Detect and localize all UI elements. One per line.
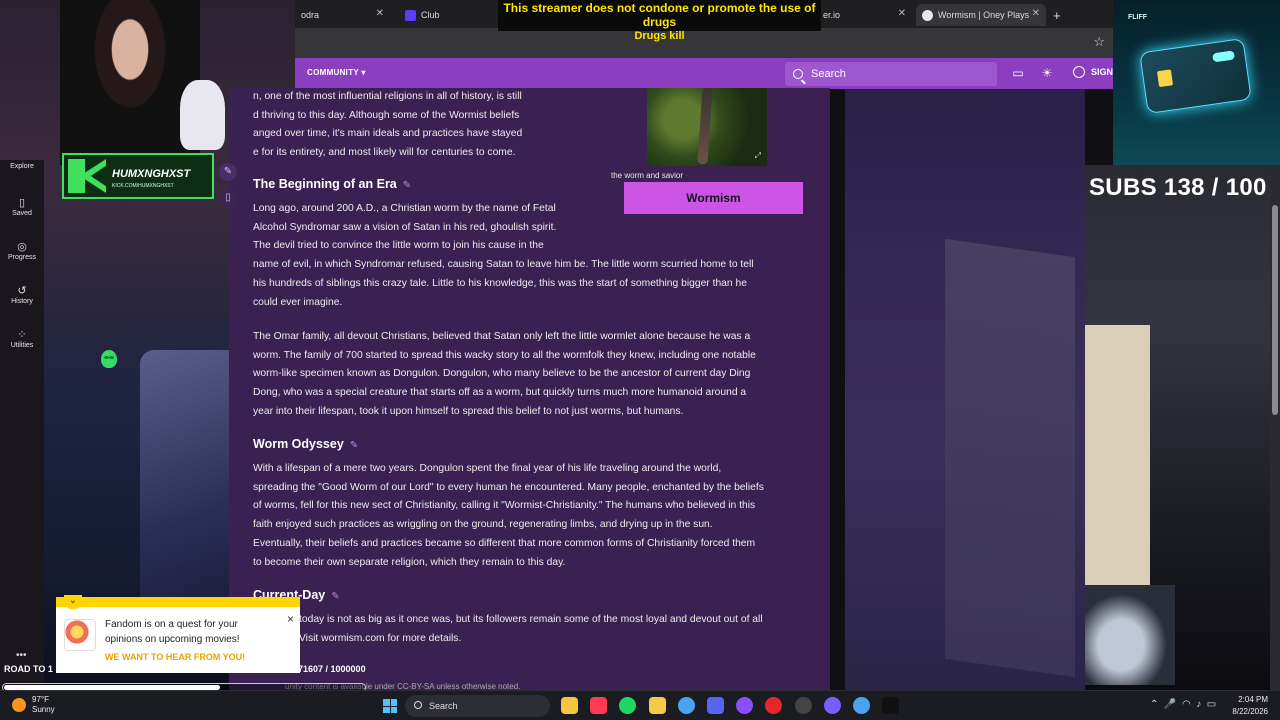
streamer-figure <box>60 0 200 165</box>
infobox-image[interactable]: ⤢ <box>647 88 767 166</box>
background-shape <box>945 238 1075 678</box>
chrome-icon[interactable] <box>677 697 695 714</box>
community-menu[interactable]: COMMUNITY ▾ <box>307 68 366 77</box>
search-input[interactable]: Search <box>785 62 997 86</box>
obs-icon[interactable] <box>794 697 812 714</box>
browser-tab[interactable]: Club <box>399 4 494 26</box>
browser-tab-active[interactable]: Wormism | Oney Plays ✕ <box>916 4 1046 26</box>
chevron-down-icon[interactable]: ⌄ <box>64 595 82 609</box>
section-paragraph: today is not as big as it once was, but … <box>299 614 763 644</box>
discussion-icon[interactable]: ▭ <box>1011 66 1025 80</box>
bookmark-icon: ▯ <box>18 197 26 209</box>
rail-saved[interactable]: ▯ Saved <box>0 196 44 217</box>
scrollbar-thumb[interactable] <box>1272 205 1278 415</box>
section-heading: Worm Odyssey ✎ <box>253 437 359 451</box>
windows-taskbar: 97°F Sunny Search ⌃ 🎤 ◠ ♪ ▭ 2:04 PM 8/22… <box>0 690 1280 720</box>
bookmark-star-icon[interactable]: ☆ <box>1093 34 1105 50</box>
subs-goal: SUBS 138 / 100 <box>1089 174 1267 201</box>
section-paragraph: With a lifespan of a mere two years. Don… <box>253 463 764 568</box>
infobox-caption: the worm and savior <box>611 171 684 180</box>
worm-figure <box>697 88 713 165</box>
weather-widget[interactable]: 97°F Sunny <box>12 695 55 715</box>
survey-icon <box>64 619 96 651</box>
fandom-survey-toast: ⌄ Fandom is on a quest for your opinions… <box>56 595 300 673</box>
system-tray[interactable]: ⌃ 🎤 ◠ ♪ ▭ <box>1150 699 1216 710</box>
taskbar-search[interactable]: Search <box>405 695 550 717</box>
app-purple-icon[interactable] <box>736 697 754 714</box>
new-tab-button[interactable]: + <box>1047 4 1067 26</box>
sponsor-promo: FLIFF <box>1113 0 1280 165</box>
room-scene <box>1085 165 1280 690</box>
drug-disclaimer-banner: This streamer does not condone or promot… <box>498 0 821 42</box>
card-badge <box>1212 50 1236 63</box>
chrome-active-icon[interactable] <box>853 697 870 714</box>
rail-progress[interactable]: ◎ Progress <box>0 240 44 261</box>
wormism-favicon-icon <box>922 9 933 21</box>
music-app-icon[interactable] <box>590 697 608 714</box>
edit-pencil-icon[interactable]: ✎ <box>219 163 237 181</box>
theme-toggle-icon[interactable]: ☀ <box>1040 66 1054 80</box>
edit-pencil-icon[interactable]: ✎ <box>350 440 358 451</box>
clock[interactable]: 2:04 PM 8/22/2026 <box>1220 694 1268 718</box>
folder-icon[interactable] <box>648 697 666 714</box>
survey-cta-link[interactable]: WE WANT TO HEAR FROM YOU! <box>105 652 245 662</box>
streamer-name-banner: HUMXNGHXST KICK.COM/HUMXNGHXST <box>62 153 214 199</box>
check-circle-icon: ◎ <box>17 241 27 253</box>
bookmark-icon[interactable]: ▯ <box>219 189 237 207</box>
terminal-icon[interactable] <box>882 697 900 714</box>
app-red-icon[interactable] <box>765 697 783 714</box>
more-options-icon[interactable]: ••• <box>16 650 27 661</box>
alien-icon <box>101 350 117 368</box>
user-icon <box>1073 66 1085 78</box>
search-icon <box>414 701 422 709</box>
spotify-icon[interactable] <box>619 697 637 714</box>
app-circle-icon[interactable] <box>823 697 841 714</box>
discord-icon[interactable] <box>707 697 724 714</box>
browser-tab[interactable]: odra ✕ <box>295 4 390 26</box>
search-icon <box>793 69 803 79</box>
file-explorer-icon[interactable] <box>561 697 578 714</box>
windows-start-icon[interactable] <box>383 699 397 713</box>
section-paragraph: Long ago, around 200 A.D., a Christian w… <box>253 203 754 308</box>
rail-explore[interactable]: Explore <box>0 163 44 170</box>
sign-in-button[interactable]: SIGN <box>1073 66 1113 78</box>
section-paragraph: The Omar family, all devout Christians, … <box>253 331 756 417</box>
close-tab-icon[interactable]: ✕ <box>898 8 906 19</box>
rail-history[interactable]: ↺ History <box>0 284 44 305</box>
edit-pencil-icon[interactable]: ✎ <box>403 180 411 191</box>
history-icon: ↺ <box>17 285 27 297</box>
edit-pencil-icon[interactable]: ✎ <box>331 591 339 602</box>
gaming-chair <box>140 350 240 630</box>
promo-card-graphic <box>1139 37 1252 115</box>
close-icon[interactable]: × <box>287 612 294 626</box>
page-scrollbar[interactable] <box>1270 165 1280 690</box>
grid-icon: ⁘ <box>17 329 27 341</box>
intro-paragraph: n, one of the most influential religions… <box>253 91 523 159</box>
rail-utilities[interactable]: ⁘ Utilities <box>0 328 44 349</box>
card-chip-icon <box>1156 69 1174 88</box>
section-heading: The Beginning of an Era ✎ <box>253 177 412 191</box>
room-object <box>1085 585 1175 685</box>
expand-icon[interactable]: ⤢ <box>755 151 761 161</box>
close-tab-icon[interactable]: ✕ <box>1032 8 1040 19</box>
kicks-goal-count: 771607 / 1000000 <box>293 664 366 674</box>
room-object <box>1085 325 1150 585</box>
kick-logo-icon <box>68 159 106 193</box>
browser-tab[interactable]: er.io ✕ <box>817 4 912 26</box>
club-favicon-icon <box>405 9 416 21</box>
fandom-left-rail: Explore ▯ Saved ◎ Progress ↺ History ⁘ Utili… <box>0 160 44 700</box>
kicks-goal-label: ROAD TO 1 MIL KICKS <box>4 664 102 674</box>
sun-icon <box>12 698 26 712</box>
article-content: ⤢ the worm and savior Wormism n, one of … <box>229 88 830 690</box>
fandom-navbar: COMMUNITY ▾ Search ▭ ☀ SIGN <box>295 58 1113 89</box>
close-tab-icon[interactable]: ✕ <box>376 8 384 19</box>
plush-toy <box>180 80 225 150</box>
background-scene <box>845 88 1085 690</box>
